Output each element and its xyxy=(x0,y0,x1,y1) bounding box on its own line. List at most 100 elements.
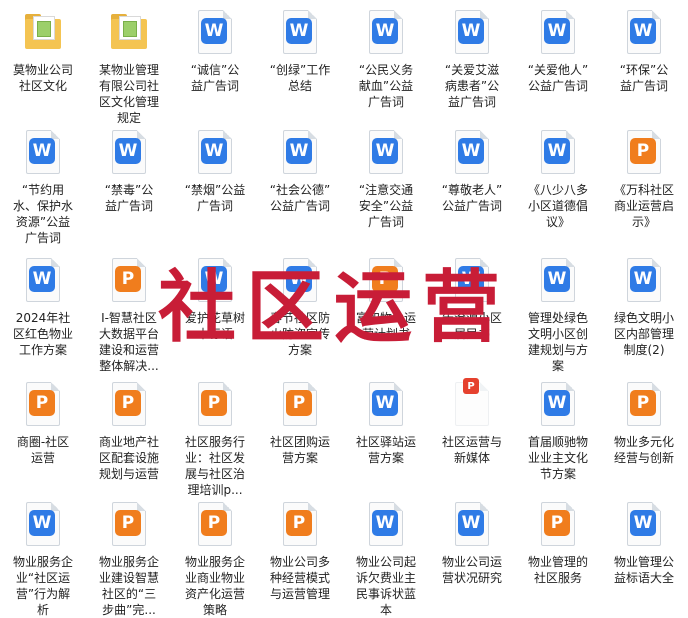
file-item[interactable]: W 爱护花草树 木标语 xyxy=(172,248,258,342)
file-item[interactable]: W “尊敬老人” 公益广告词 xyxy=(429,120,515,214)
file-name-label: 物业公司多 种经营模式 与运营管理 xyxy=(258,554,342,602)
file-name-line: 物业管理公 xyxy=(613,555,674,569)
file-item[interactable]: 莫物业公司 社区文化 xyxy=(0,0,86,94)
file-item[interactable]: W “关爱他人” 公益广告词 xyxy=(515,0,601,94)
file-name-line: 某物业管理 xyxy=(98,63,159,77)
file-name-line: 运营 xyxy=(30,451,55,465)
file-item[interactable]: W 《八少八多 小区道德倡 议》 xyxy=(515,120,601,230)
file-name-line: 经营与创新 xyxy=(613,451,674,465)
powerpoint-document-icon: P xyxy=(537,502,579,548)
file-name-label: 物业服务企 业“社区运 营”行为解析 xyxy=(1,554,85,618)
file-name-label: “诚信”公 益广告词 xyxy=(173,62,257,94)
powerpoint-document-icon: P xyxy=(194,382,236,428)
file-name-label: 富和物业运 营计划书 xyxy=(344,310,428,342)
word-document-icon: W xyxy=(108,130,150,176)
word-document-icon: W xyxy=(22,130,64,176)
file-name-line: “环保”公 xyxy=(619,63,669,77)
file-item[interactable]: W 绿色文明小 区内部管理 制度(2) xyxy=(601,248,687,358)
file-item[interactable]: W 首届顺驰物 业业主文化 节方案 xyxy=(515,372,601,482)
file-item[interactable]: W 物业公司起 诉欠费业主 民事诉状蓝本 xyxy=(343,492,429,618)
file-name-line: 广告词 xyxy=(196,199,233,213)
word-document-icon: W xyxy=(365,502,407,548)
file-item[interactable]: W 物业服务企 业“社区运 营”行为解析 xyxy=(0,492,86,618)
file-name-line: 广告词 xyxy=(24,231,61,245)
file-item[interactable]: W 2024年社 区红色物业 工作方案 xyxy=(0,248,86,358)
file-name-line: 物业公司运 xyxy=(441,555,502,569)
file-item[interactable]: W 物业管理公 益标语大全 xyxy=(601,492,687,586)
file-item[interactable]: P 商业地产社 区配套设施 规划与运营 xyxy=(86,372,172,482)
file-name-label: 商圈-社区 运营 xyxy=(1,434,85,466)
file-name-line: 社区的“三 xyxy=(101,587,157,601)
file-item[interactable]: W “诚信”公 益广告词 xyxy=(172,0,258,94)
file-item[interactable]: W “社会公德” 公益广告词 xyxy=(257,120,343,214)
file-name-line: 有限公司社 xyxy=(98,79,159,93)
file-item[interactable]: W “注意交通 安全”公益 广告词 xyxy=(343,120,429,230)
file-name-line: 公益广告词 xyxy=(269,199,330,213)
file-item[interactable]: W 物业公司运 营状况研究 xyxy=(429,492,515,586)
file-item[interactable]: P 富和物业运 营计划书 xyxy=(343,248,429,342)
file-name-label: “禁烟”公益 广告词 xyxy=(173,182,257,214)
file-item[interactable]: W “禁毒”公 益广告词 xyxy=(86,120,172,214)
file-item[interactable]: P 物业多元化 经营与创新 xyxy=(601,372,687,466)
file-name-line: 总结 xyxy=(287,79,312,93)
file-item[interactable]: W “节约用 水、保护水 资源”公益 广告词 xyxy=(0,120,86,246)
file-item[interactable]: W 春节社区防 火防盗宣传 方案 xyxy=(257,248,343,358)
powerpoint-document-icon: P xyxy=(194,502,236,548)
file-name-label: 物业多元化 经营与创新 xyxy=(602,434,686,466)
file-name-line: 大数据平台 xyxy=(98,327,159,341)
file-item[interactable]: P 商圈-社区 运营 xyxy=(0,372,86,466)
file-name-line: 安全”公益 xyxy=(358,199,414,213)
file-name-line: 《八少八多 xyxy=(527,183,588,197)
file-name-line: “节约用 xyxy=(21,183,65,197)
file-item[interactable]: P 《万科社区 商业运营启 示》 xyxy=(601,120,687,230)
word-document-icon: W xyxy=(279,258,321,304)
file-name-label: 2024年社 区红色物业 工作方案 xyxy=(1,310,85,358)
file-name-line: 营方案 xyxy=(281,451,318,465)
file-name-line: 营计划书 xyxy=(361,327,410,341)
file-name-line: I-智慧社区 xyxy=(101,311,157,325)
file-name-line: 社区团购运 xyxy=(269,435,330,449)
file-name-line: 规划与运营 xyxy=(98,467,159,481)
word-document-icon: W xyxy=(365,10,407,56)
file-name-line: “社会公德” xyxy=(269,183,331,197)
file-name-line: 莫物业公司 xyxy=(12,63,73,77)
file-item[interactable]: 某物业管理 有限公司社 区文化管理 规定 xyxy=(86,0,172,126)
file-name-line: 资源”公益 xyxy=(15,215,71,229)
file-name-line: 物业服务企 xyxy=(12,555,73,569)
file-name-line: “注意交通 xyxy=(358,183,414,197)
word-document-icon: W xyxy=(537,382,579,428)
file-item[interactable]: P 社区服务行 业：社区发 展与社区治 理培训p... xyxy=(172,372,258,498)
file-name-line: 建设和运营 xyxy=(98,343,159,357)
file-item[interactable]: W “创绿”工作 总结 xyxy=(257,0,343,94)
file-item[interactable]: P 社区团购运 营方案 xyxy=(257,372,343,466)
word-document-icon: W xyxy=(365,382,407,428)
file-name-line: 商业运营启 xyxy=(613,199,674,213)
file-name-line: 展与社区治 xyxy=(184,467,245,481)
file-name-label: 商业地产社 区配套设施 规划与运营 xyxy=(87,434,171,482)
file-item[interactable]: P 物业管理的 社区服务 xyxy=(515,492,601,586)
file-item[interactable]: P I-智慧社区 大数据平台 建设和运营 整体解决... xyxy=(86,248,172,374)
file-name-line: 春节社区防 xyxy=(269,311,330,325)
file-name-line: 社区运营与 xyxy=(441,435,502,449)
file-item[interactable]: P 物业服务企 业建设智慧 社区的“三 步曲”完... xyxy=(86,492,172,618)
file-item[interactable]: W 社区驿站运 营方案 xyxy=(343,372,429,466)
word-document-icon: W xyxy=(451,130,493,176)
file-name-line: 物业管理的 xyxy=(527,555,588,569)
file-name-line: 广告词 xyxy=(367,95,404,109)
file-item[interactable]: P 社区运营与 新媒体 xyxy=(429,372,515,466)
file-name-line: 业商业物业 xyxy=(184,571,245,585)
file-item[interactable]: W “公民义务 献血”公益 广告词 xyxy=(343,0,429,110)
file-item[interactable]: W 告沧源小区 居民书 xyxy=(429,248,515,342)
file-name-line: 小区道德倡 xyxy=(527,199,588,213)
file-item[interactable]: P 物业服务企 业商业物业 资产化运营 策略 xyxy=(172,492,258,618)
file-name-label: I-智慧社区 大数据平台 建设和运营 整体解决... xyxy=(87,310,171,374)
file-item[interactable]: W “关爱艾滋 病患者”公 益广告词 xyxy=(429,0,515,110)
file-name-label: 社区运营与 新媒体 xyxy=(430,434,514,466)
file-item[interactable]: W “禁烟”公益 广告词 xyxy=(172,120,258,214)
file-item[interactable]: P 物业公司多 种经营模式 与运营管理 xyxy=(257,492,343,602)
file-item[interactable]: W “环保”公 益广告词 xyxy=(601,0,687,94)
file-name-label: 物业服务企 业商业物业 资产化运营 策略 xyxy=(173,554,257,618)
file-item[interactable]: W 管理处绿色 文明小区创 建规划与方案 xyxy=(515,248,601,374)
file-name-line: 本 xyxy=(379,603,392,617)
word-document-icon: W xyxy=(623,258,665,304)
